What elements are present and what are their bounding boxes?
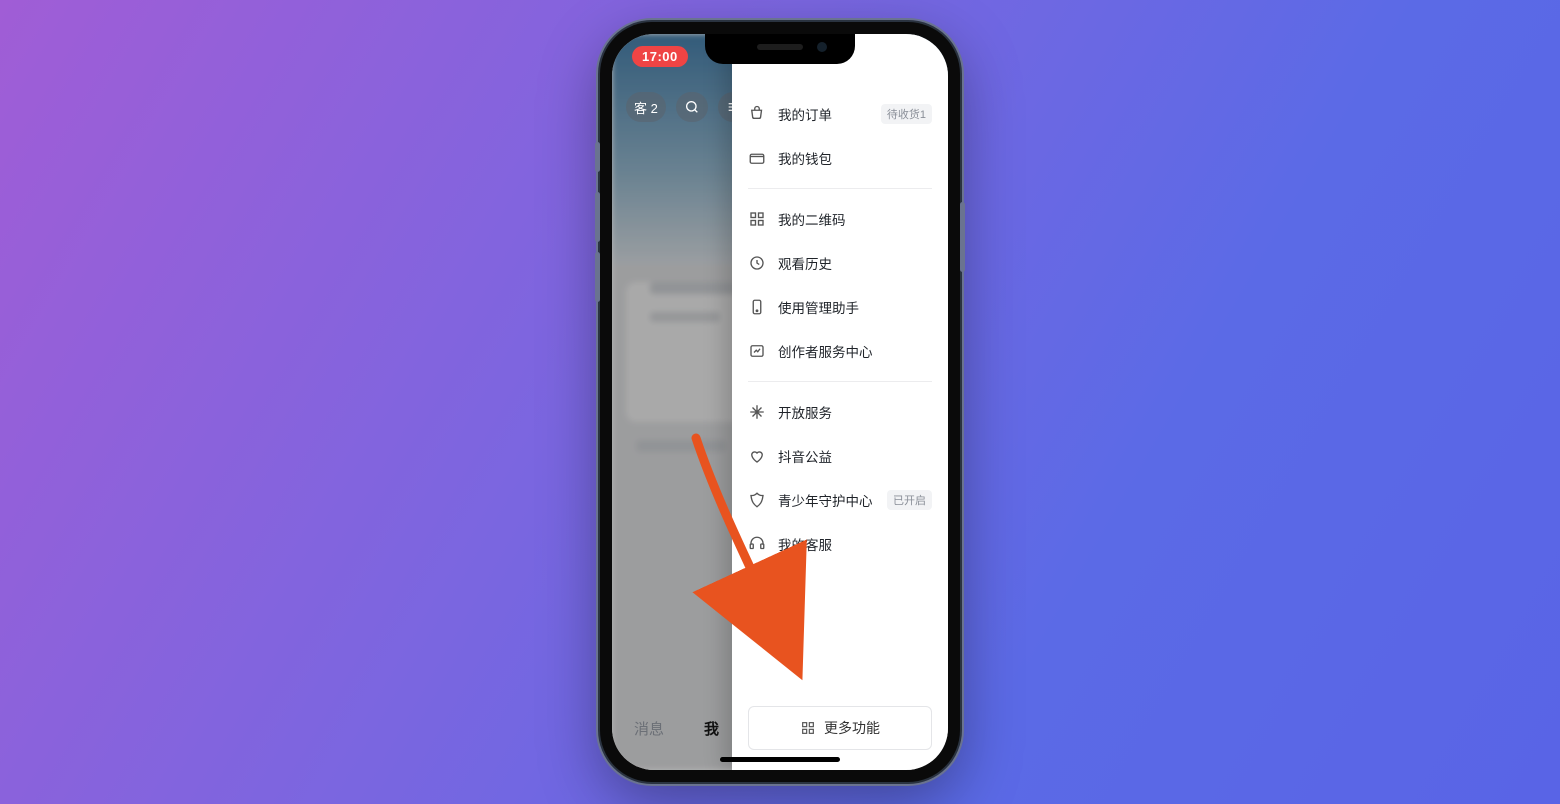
creator-icon (748, 342, 766, 360)
divider (748, 188, 932, 189)
qrcode-icon (748, 210, 766, 228)
charity-icon (748, 447, 766, 465)
drawer-item-label: 抖音公益 (778, 446, 932, 466)
search-button[interactable] (676, 92, 708, 122)
stage: 17:00 客 2 消息 我 (0, 0, 1560, 804)
home-indicator[interactable] (720, 757, 840, 762)
orders-badge: 待收货1 (881, 104, 932, 124)
more-features-label: 更多功能 (824, 718, 880, 738)
tab-messages[interactable]: 消息 (634, 718, 664, 739)
more-features-button[interactable]: 更多功能 (748, 706, 932, 750)
drawer-item-creator[interactable]: 创作者服务中心 (748, 329, 932, 373)
drawer-item-settings[interactable]: 设置 (748, 566, 932, 610)
cart-icon (748, 105, 766, 123)
drawer-item-support[interactable]: 我的客服 (748, 522, 932, 566)
power-button (960, 202, 965, 272)
visitor-pill[interactable]: 客 2 (626, 92, 666, 122)
drawer-item-label: 我的客服 (778, 534, 932, 554)
tab-me[interactable]: 我 (704, 718, 719, 739)
drawer-item-teen[interactable]: 青少年守护中心 已开启 (748, 478, 932, 522)
recording-time-pill: 17:00 (632, 46, 688, 67)
drawer-item-label: 创作者服务中心 (778, 341, 932, 361)
wallet-icon (748, 149, 766, 167)
search-icon (684, 99, 700, 115)
drawer-item-charity[interactable]: 抖音公益 (748, 434, 932, 478)
drawer-item-label: 设置 (778, 578, 932, 598)
drawer-item-assistant[interactable]: 使用管理助手 (748, 285, 932, 329)
drawer-item-label: 观看历史 (778, 253, 932, 273)
divider (748, 381, 932, 382)
teen-badge: 已开启 (887, 490, 932, 510)
drawer-list: 我的订单 待收货1 我的钱包 (732, 92, 948, 610)
drawer-item-label: 开放服务 (778, 402, 932, 422)
mute-switch (595, 142, 600, 172)
drawer-item-orders[interactable]: 我的订单 待收货1 (748, 92, 932, 136)
drawer-item-label: 使用管理助手 (778, 297, 932, 317)
notch (705, 34, 855, 64)
drawer-item-history[interactable]: 观看历史 (748, 241, 932, 285)
grid-icon (800, 720, 816, 736)
history-icon (748, 254, 766, 272)
drawer-item-label: 我的二维码 (778, 209, 932, 229)
support-icon (748, 535, 766, 553)
drawer-item-open-service[interactable]: 开放服务 (748, 390, 932, 434)
drawer-item-label: 我的钱包 (778, 148, 932, 168)
app-root: 17:00 客 2 消息 我 (612, 34, 948, 770)
drawer-item-qrcode[interactable]: 我的二维码 (748, 197, 932, 241)
phone-screen: 17:00 客 2 消息 我 (612, 34, 948, 770)
drawer-item-wallet[interactable]: 我的钱包 (748, 136, 932, 180)
volume-up (595, 192, 600, 242)
settings-icon (748, 579, 766, 597)
assistant-icon (748, 298, 766, 316)
drawer-item-label: 青少年守护中心 (778, 490, 875, 510)
open-service-icon (748, 403, 766, 421)
drawer-item-label: 我的订单 (778, 104, 869, 124)
phone-frame: 17:00 客 2 消息 我 (600, 22, 960, 782)
volume-down (595, 252, 600, 302)
teen-icon (748, 491, 766, 509)
side-drawer: 我的订单 待收货1 我的钱包 (732, 34, 948, 770)
